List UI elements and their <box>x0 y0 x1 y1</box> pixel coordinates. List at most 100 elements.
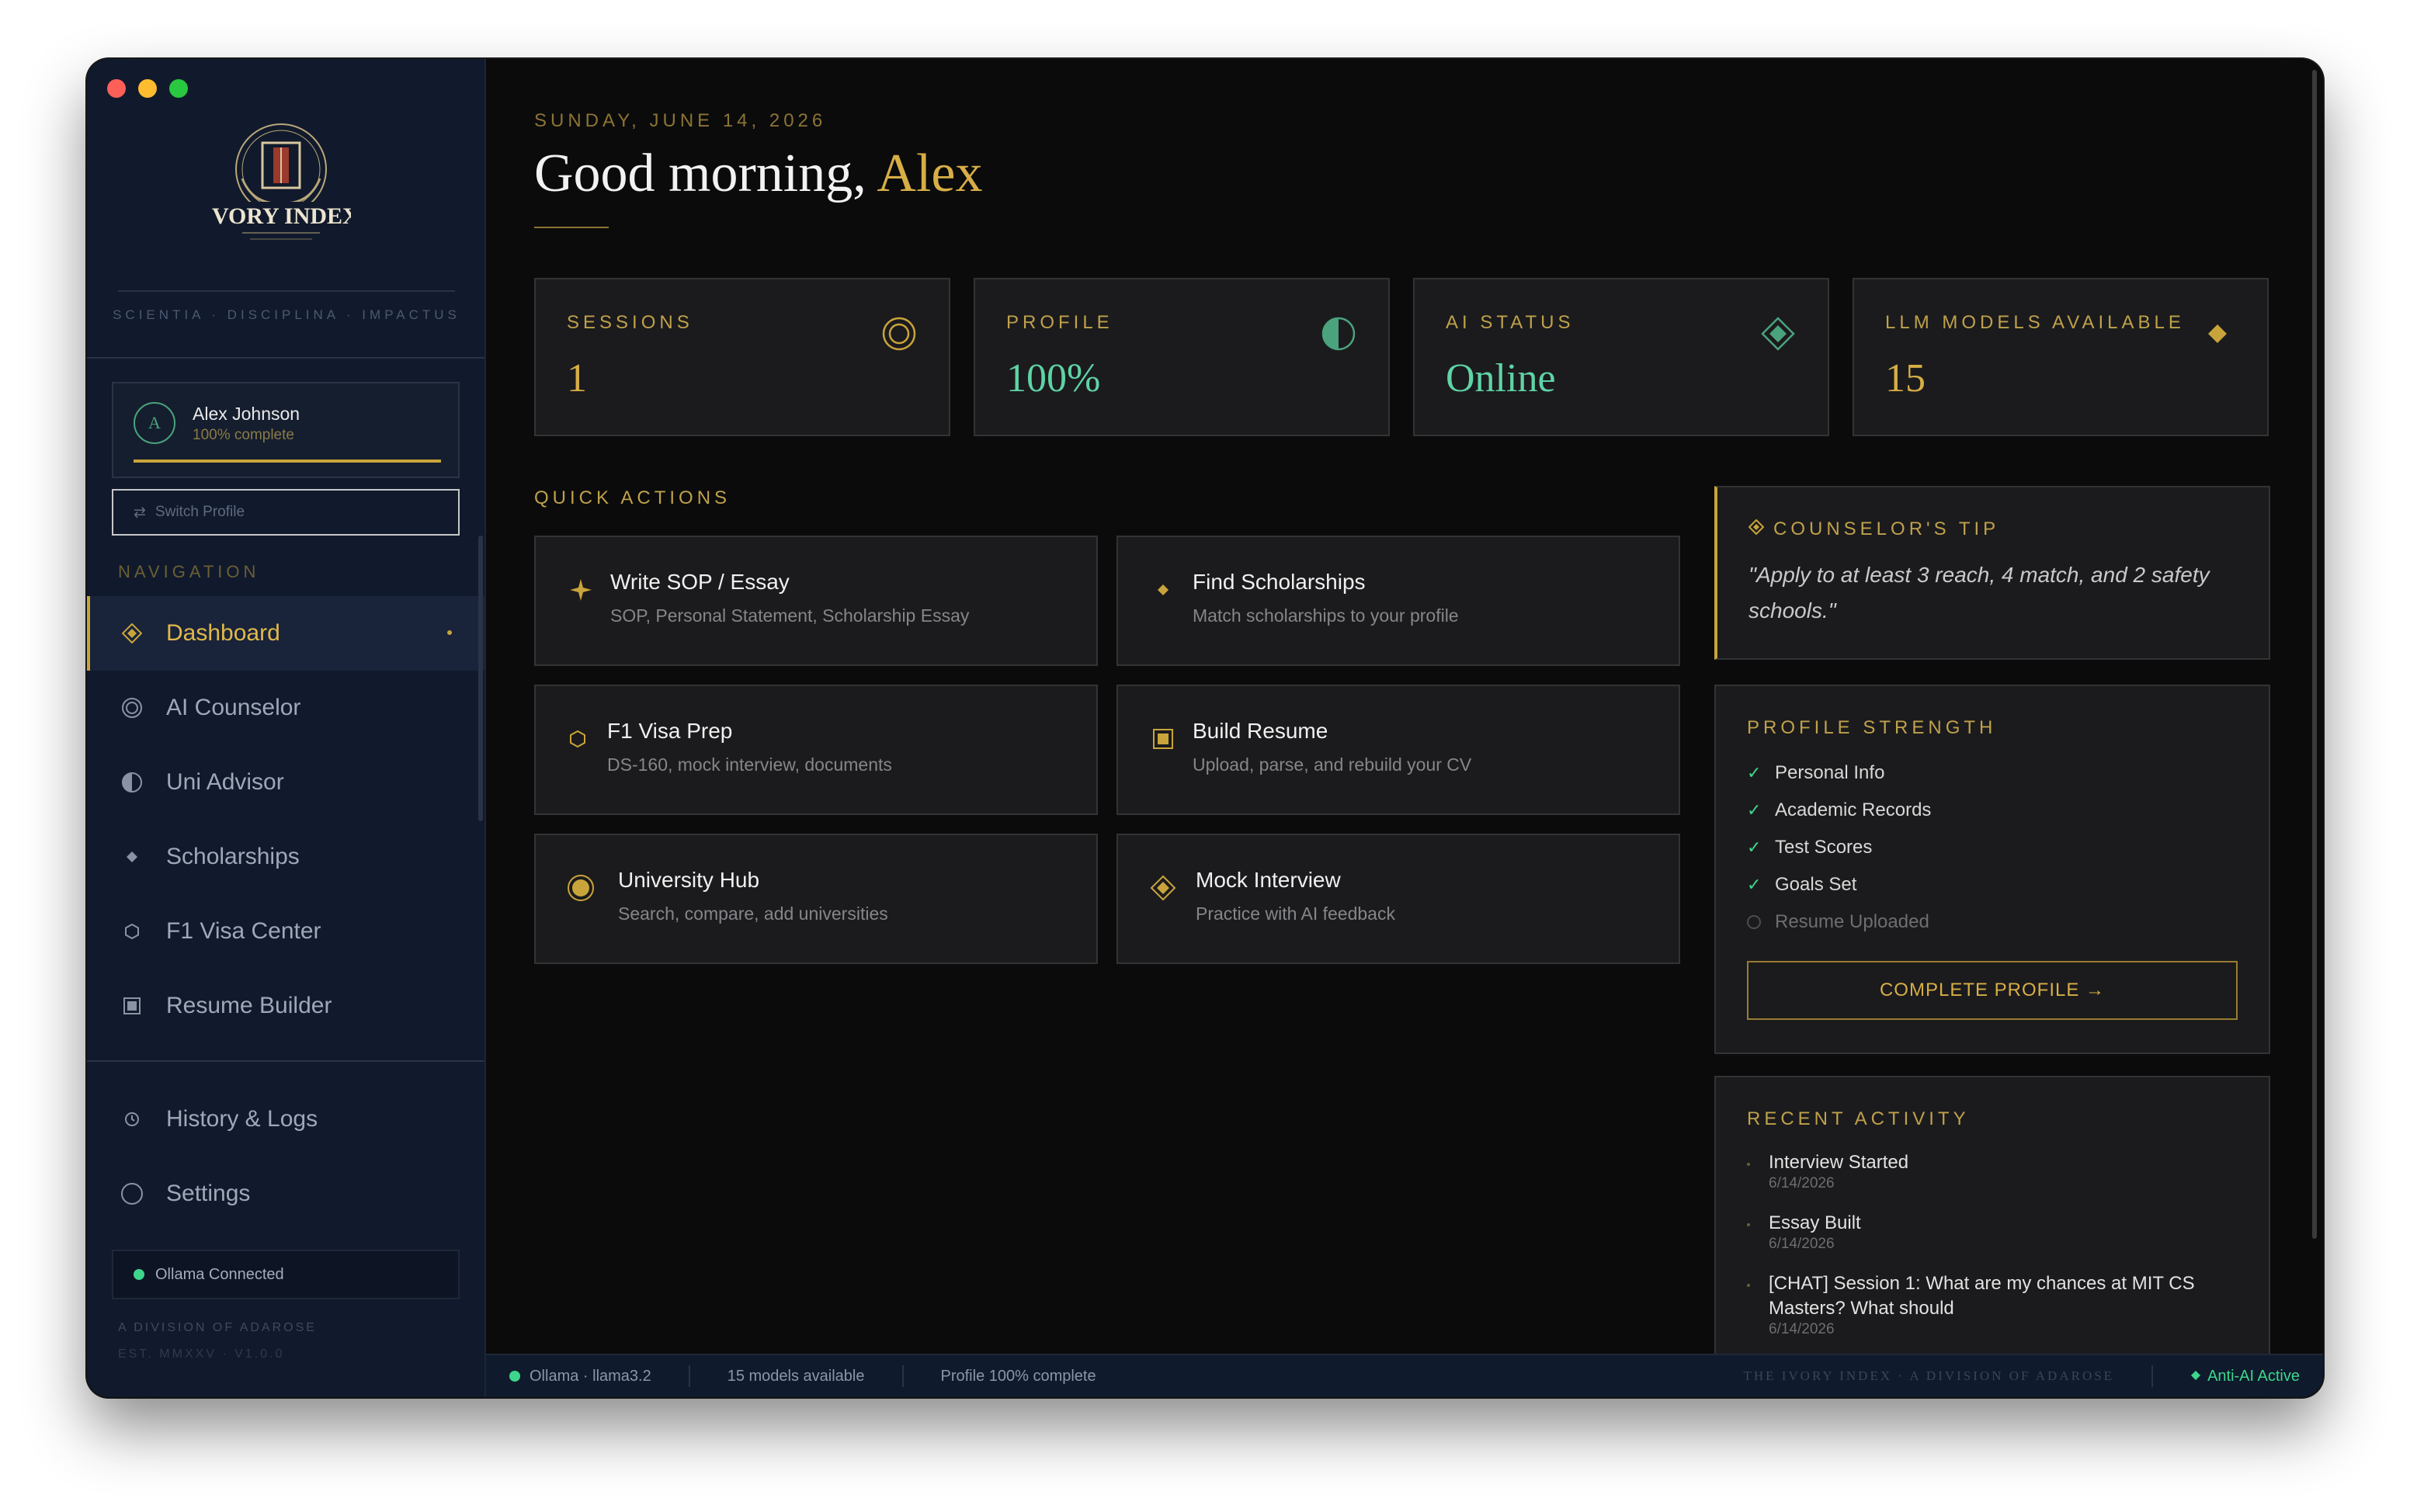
switch-profile-button[interactable]: ⇄ Switch Profile <box>112 489 460 536</box>
stat-card-sessions: SESSIONS 1 <box>534 278 950 436</box>
profile-strength-label: Resume Uploaded <box>1775 911 1929 932</box>
ollama-status-label: Ollama Connected <box>155 1265 284 1283</box>
sidebar-divider <box>118 290 455 292</box>
sidebar-item-scholarships[interactable]: Scholarships <box>87 820 484 894</box>
activity-item[interactable]: Interview Started 6/14/2026 <box>1747 1150 2228 1192</box>
sidebar-item-history-logs[interactable]: History & Logs <box>87 1082 484 1157</box>
sidebar-item-dashboard[interactable]: Dashboard <box>87 596 484 671</box>
half-circle-icon <box>1321 317 1356 351</box>
diamond-icon <box>120 621 144 646</box>
check-icon: ✓ <box>1747 837 1762 857</box>
status-models-label: 15 models available <box>727 1367 865 1385</box>
recent-activity-panel: RECENT ACTIVITY Interview Started 6/14/2… <box>1714 1076 2270 1371</box>
status-model: Ollama · llama3.2 <box>486 1365 690 1387</box>
activity-item[interactable]: [CHAT] Session 1: What are my chances at… <box>1747 1271 2228 1338</box>
check-icon: ✓ <box>1747 763 1762 782</box>
stat-card-llm-models: LLM MODELS AVAILABLE 15 <box>1853 278 2269 436</box>
quick-action-description: Match scholarships to your profile <box>1193 605 1459 626</box>
diamond-icon <box>1748 518 1765 540</box>
sidebar-item-uni-advisor[interactable]: Uni Advisor <box>87 745 484 820</box>
sidebar-scrollbar[interactable] <box>478 536 483 821</box>
profile-strength-label: Test Scores <box>1775 837 1873 858</box>
bullet-icon <box>1747 1223 1750 1226</box>
sidebar-item-settings[interactable]: Settings <box>87 1157 484 1231</box>
profile-strength-item: Resume Uploaded <box>1747 911 1929 933</box>
stat-value: Online <box>1446 356 1556 401</box>
profile-strength-item: ✓ Goals Set <box>1747 874 1856 896</box>
division-text: A DIVISION OF ADAROSE <box>118 1321 317 1334</box>
sparkle-icon <box>567 576 595 604</box>
activity-date: 6/14/2026 <box>1769 1321 1835 1337</box>
status-right: THE IVORY INDEX · A DIVISION OF ADAROSE … <box>1743 1365 2300 1387</box>
quick-action-description: SOP, Personal Statement, Scholarship Ess… <box>610 605 970 626</box>
maximize-window-button[interactable] <box>169 79 188 98</box>
sidebar-divider <box>87 357 484 359</box>
greeting-underline <box>534 227 609 228</box>
quick-action-title: Build Resume <box>1193 719 1328 743</box>
bullet-icon <box>1747 1284 1750 1287</box>
quick-action-title: F1 Visa Prep <box>607 719 733 743</box>
complete-profile-button[interactable]: COMPLETE PROFILE → <box>1747 961 2238 1020</box>
check-icon: ✓ <box>1747 875 1762 894</box>
sidebar-item-label: Uni Advisor <box>166 769 284 795</box>
quick-action-title: Find Scholarships <box>1193 570 1366 594</box>
hexagon-icon <box>120 919 144 944</box>
sidebar-item-ai-counselor[interactable]: AI Counselor <box>87 671 484 745</box>
square-icon <box>1149 725 1177 753</box>
sidebar-item-label: Dashboard <box>166 620 280 646</box>
sidebar-item-resume-builder[interactable]: Resume Builder <box>87 969 484 1043</box>
greeting-name: Alex <box>877 144 983 203</box>
quick-action-description: DS-160, mock interview, documents <box>607 754 892 775</box>
counselor-tip-heading: COUNSELOR'S TIP <box>1748 518 1999 540</box>
profile-strength-item: ✓ Test Scores <box>1747 837 1872 858</box>
status-brand: THE IVORY INDEX · A DIVISION OF ADAROSE <box>1743 1365 2154 1387</box>
quick-action-find-scholarships[interactable]: Find Scholarships Match scholarships to … <box>1116 536 1680 666</box>
sidebar-divider <box>87 1060 484 1062</box>
active-indicator <box>447 630 452 635</box>
small-diamond-icon <box>120 844 144 869</box>
stat-card-profile: PROFILE 100% <box>974 278 1390 436</box>
current-date: SUNDAY, JUNE 14, 2026 <box>534 110 827 131</box>
sidebar-item-label: Resume Builder <box>166 993 332 1018</box>
bullet-icon <box>1747 1163 1750 1166</box>
small-diamond-icon <box>1149 576 1177 604</box>
main-scrollbar[interactable] <box>2312 70 2317 1239</box>
ivory-index-logo: IVORY INDEX <box>211 123 351 240</box>
clock-icon <box>120 1107 144 1132</box>
navigation-heading: NAVIGATION <box>118 562 260 581</box>
quick-action-mock-interview[interactable]: Mock Interview Practice with AI feedback <box>1116 834 1680 964</box>
sidebar-item-label: F1 Visa Center <box>166 918 321 944</box>
stat-label: PROFILE <box>1006 312 1113 333</box>
window-controls <box>107 79 188 98</box>
minimize-window-button[interactable] <box>138 79 157 98</box>
sidebar-item-label: Settings <box>166 1181 251 1206</box>
recent-activity-heading: RECENT ACTIVITY <box>1747 1108 1970 1129</box>
status-bar: Ollama · llama3.2 15 models available Pr… <box>486 1354 2323 1397</box>
activity-item[interactable]: Essay Built 6/14/2026 <box>1747 1211 2228 1253</box>
close-window-button[interactable] <box>107 79 126 98</box>
circle-icon <box>120 1181 144 1206</box>
motto: SCIENTIA · DISCIPLINA · IMPACTUS <box>113 307 460 322</box>
quick-action-description: Upload, parse, and rebuild your CV <box>1193 754 1472 775</box>
anti-ai-status: Anti-AI Active <box>2153 1368 2300 1385</box>
counselor-tip-title: COUNSELOR'S TIP <box>1773 518 2000 539</box>
small-diamond-icon <box>2190 1368 2201 1385</box>
profile-strength-label: Academic Records <box>1775 799 1932 820</box>
stat-label: LLM MODELS AVAILABLE <box>1885 312 2185 333</box>
profile-card[interactable]: A Alex Johnson 100% complete <box>112 382 460 478</box>
profile-strength-item: ✓ Academic Records <box>1747 799 1931 821</box>
status-dot-icon <box>134 1269 144 1280</box>
quick-action-write-sop[interactable]: Write SOP / Essay SOP, Personal Statemen… <box>534 536 1098 666</box>
sidebar-item-label: History & Logs <box>166 1106 318 1132</box>
avatar: A <box>134 402 175 444</box>
quick-action-f1-visa-prep[interactable]: F1 Visa Prep DS-160, mock interview, doc… <box>534 685 1098 815</box>
svg-text:IVORY INDEX: IVORY INDEX <box>211 203 351 229</box>
quick-action-build-resume[interactable]: Build Resume Upload, parse, and rebuild … <box>1116 685 1680 815</box>
quick-action-university-hub[interactable]: University Hub Search, compare, add univ… <box>534 834 1098 964</box>
profile-strength-heading: PROFILE STRENGTH <box>1747 717 1997 738</box>
check-icon: ✓ <box>1747 800 1762 820</box>
diamond-icon <box>1149 874 1177 902</box>
profile-name: Alex Johnson <box>193 404 300 424</box>
sidebar-item-label: AI Counselor <box>166 695 301 720</box>
sidebar-item-f1-visa-center[interactable]: F1 Visa Center <box>87 894 484 969</box>
